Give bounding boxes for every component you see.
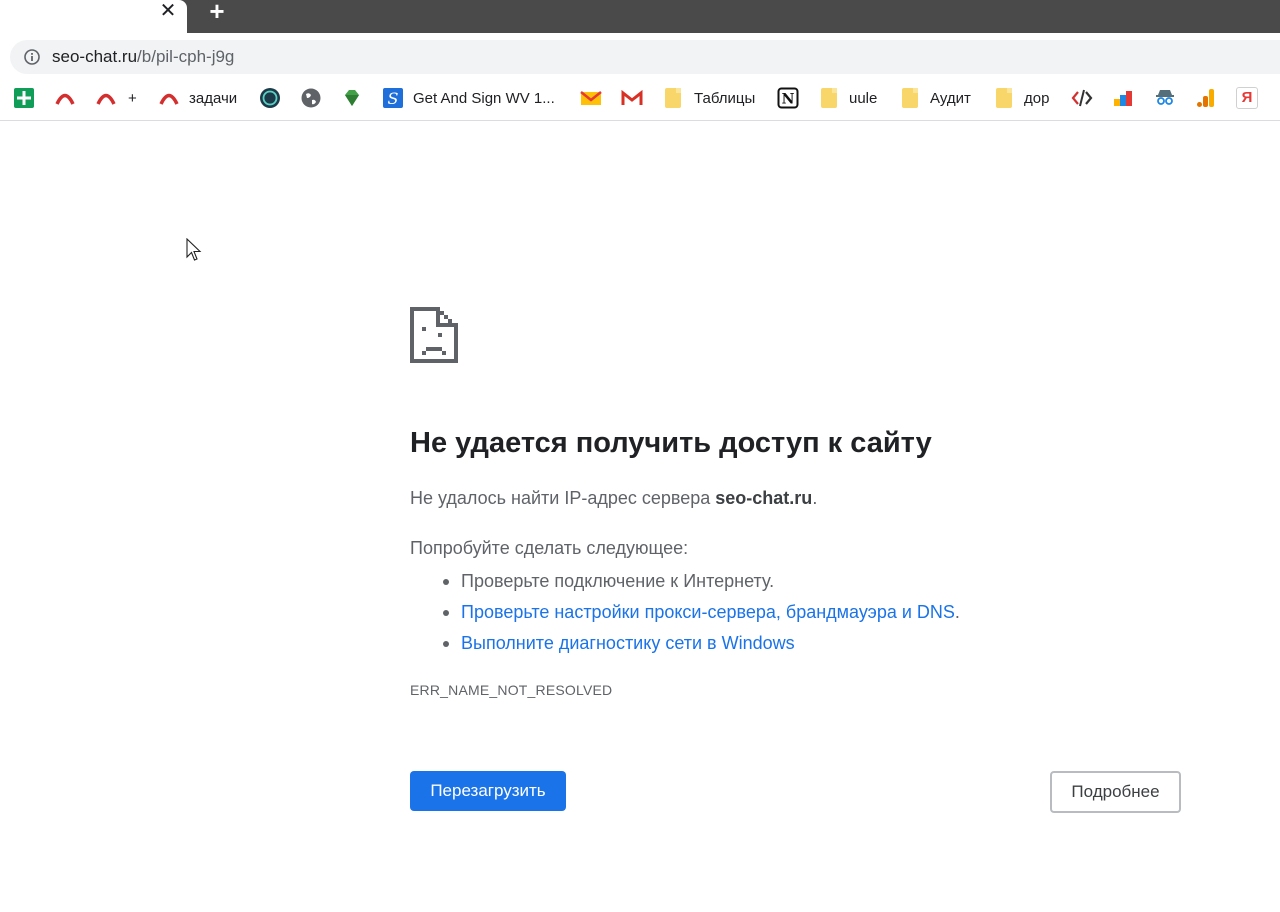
bookmark-label: задачи — [189, 89, 238, 107]
bookmark-mail[interactable] — [580, 81, 602, 115]
proxy-settings-link[interactable]: Проверьте настройки прокси-сервера, бран… — [461, 602, 955, 622]
yandex-icon: Я — [1236, 87, 1258, 109]
notion-icon: N — [777, 87, 799, 109]
arch-red-icon — [96, 93, 116, 105]
reload-button[interactable]: Перезагрузить — [410, 771, 566, 811]
url-path: /b/pil-cph-j9g — [137, 47, 235, 66]
mail-envelope-icon — [580, 91, 602, 105]
mouse-cursor-icon — [186, 238, 202, 261]
analytics-icon — [1197, 89, 1214, 107]
bookmark-folder-tables[interactable]: Таблицы — [662, 81, 755, 115]
bookmark-yandex[interactable]: Я — [1236, 81, 1258, 115]
bookmark-notion[interactable]: N — [777, 81, 799, 115]
suggestion-period: . — [954, 602, 960, 622]
bar-chart-icon — [1114, 91, 1132, 106]
network-diagnostics-link[interactable]: Выполните диагностику сети в Windows — [461, 633, 795, 653]
bookmark-arch-1[interactable] — [54, 81, 76, 115]
globe-icon — [301, 88, 321, 108]
bookmark-globe[interactable] — [300, 81, 322, 115]
tab-close-icon[interactable]: ✕ — [158, 1, 178, 21]
seo-round-icon — [260, 88, 280, 108]
suggestion-check-connection: Проверьте подключение к Интернету. — [440, 566, 960, 597]
svg-text:S: S — [388, 89, 399, 108]
suggestion-check-proxy[interactable]: Проверьте настройки прокси-сервера, бран… — [440, 597, 960, 628]
error-desc-text: Не удалось найти IP-адрес сервера — [410, 488, 716, 508]
svg-text:N: N — [782, 92, 795, 108]
code-icon — [1071, 89, 1093, 107]
tab-strip: ✕ + — [0, 0, 1280, 33]
bookmark-sheets[interactable] — [13, 81, 35, 115]
error-title: Не удается получить доступ к сайту — [410, 427, 932, 459]
bookmark-tasks[interactable]: задачи — [158, 81, 237, 115]
bookmark-label: Get And Sign WV 1... — [413, 89, 555, 107]
error-code: ERR_NAME_NOT_RESOLVED — [410, 682, 613, 698]
bookmark-spy[interactable] — [1154, 81, 1176, 115]
bookmark-folder-uule[interactable]: uule — [818, 81, 877, 115]
suggestion-diagnostics[interactable]: Выполните диагностику сети в Windows — [440, 628, 960, 659]
error-desc-end: . — [812, 488, 818, 508]
folder-icon — [818, 87, 840, 109]
bookmark-label: дор — [1024, 89, 1050, 107]
bookmark-label: Таблицы — [694, 89, 756, 107]
bookmark-label: + — [128, 89, 137, 107]
arch-red-icon — [55, 93, 75, 105]
sad-document-icon — [410, 307, 458, 363]
bookmark-bars[interactable] — [1112, 81, 1134, 115]
toolbar: seo-chat.ru/b/pil-cph-j9g — [0, 33, 1280, 81]
s-blue-icon: S — [383, 88, 403, 108]
address-bar[interactable]: seo-chat.ru/b/pil-cph-j9g — [10, 40, 1280, 74]
active-tab[interactable]: ✕ — [0, 0, 187, 33]
folder-icon — [899, 87, 921, 109]
spy-icon — [1156, 90, 1174, 105]
error-host: seo-chat.ru — [715, 488, 813, 508]
bookmark-gmail[interactable] — [621, 81, 643, 115]
folder-icon — [662, 87, 684, 109]
bookmark-folder-dor[interactable]: дор — [993, 81, 1049, 115]
bookmark-gem[interactable] — [341, 81, 363, 115]
bookmark-code[interactable] — [1071, 81, 1093, 115]
bookmark-get-and-sign[interactable]: S Get And Sign WV 1... — [382, 81, 555, 115]
bookmark-label: uule — [849, 89, 878, 107]
new-tab-button[interactable]: + — [205, 0, 229, 24]
bookmark-arch-2[interactable]: + — [95, 81, 137, 115]
suggestions-heading: Попробуйте сделать следующее: — [410, 538, 689, 558]
bookmark-seo[interactable] — [259, 81, 281, 115]
bookmark-label: Аудит — [930, 89, 971, 107]
gem-icon — [345, 90, 359, 106]
url-host: seo-chat.ru — [52, 47, 138, 66]
bookmarks-bar: + задачи S Get And Sign WV 1... Таблицы … — [0, 81, 1280, 121]
folder-icon — [993, 87, 1015, 109]
bookmark-analytics[interactable] — [1195, 81, 1217, 115]
details-button[interactable]: Подробнее — [1050, 771, 1181, 813]
url-text[interactable]: seo-chat.ru/b/pil-cph-j9g — [52, 47, 234, 67]
arch-red-icon — [159, 93, 179, 105]
sheets-icon — [14, 88, 34, 108]
error-description: Не удалось найти IP-адрес сервера seo-ch… — [410, 486, 817, 510]
info-icon[interactable] — [24, 49, 40, 65]
gmail-icon — [621, 89, 643, 105]
suggestion-text: Проверьте подключение к Интернету. — [461, 571, 775, 591]
suggestions-list: Проверьте подключение к Интернету. Прове… — [440, 566, 960, 659]
bookmark-folder-audit[interactable]: Аудит — [899, 81, 971, 115]
